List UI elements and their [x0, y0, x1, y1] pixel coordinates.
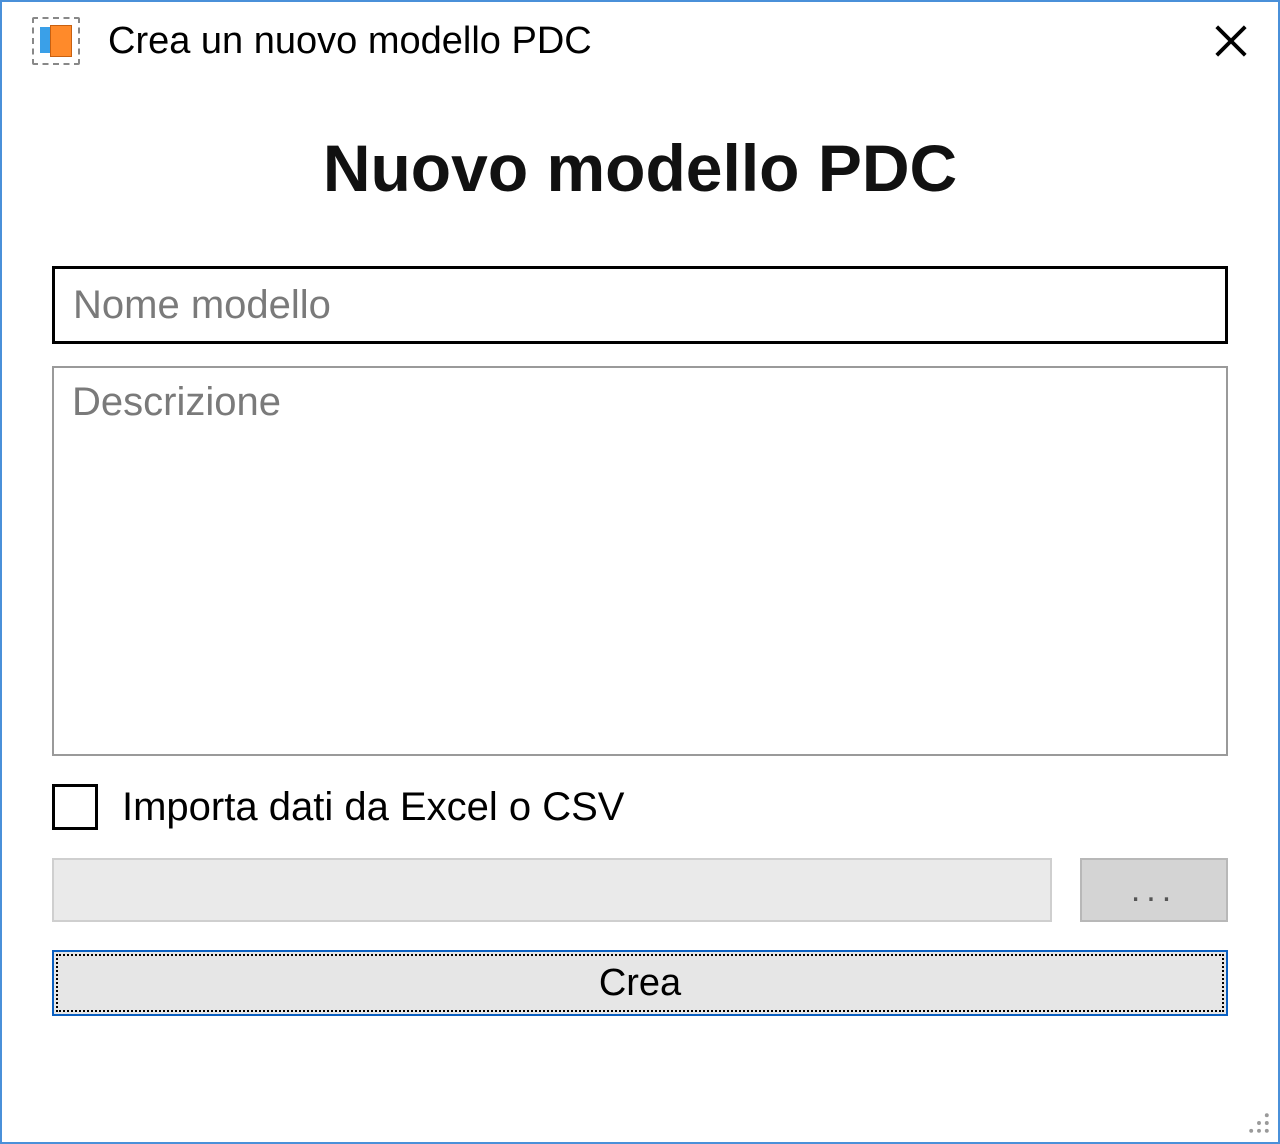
import-checkbox-label[interactable]: Importa dati da Excel o CSV — [122, 785, 624, 830]
titlebar: Crea un nuovo modello PDC — [2, 2, 1278, 80]
dialog-content: Nuovo modello PDC Importa dati da Excel … — [2, 80, 1278, 1142]
filepath-input — [52, 858, 1052, 922]
import-checkbox[interactable] — [52, 784, 98, 830]
browse-button[interactable]: ... — [1080, 858, 1228, 922]
import-checkbox-row: Importa dati da Excel o CSV — [52, 784, 1228, 830]
dialog-window: Crea un nuovo modello PDC Nuovo modello … — [0, 0, 1280, 1144]
model-name-input[interactable] — [52, 266, 1228, 344]
filepath-row: ... — [52, 858, 1228, 922]
resize-grip-icon — [1246, 1110, 1272, 1136]
description-input[interactable] — [52, 366, 1228, 756]
close-button[interactable] — [1202, 12, 1260, 70]
close-icon — [1212, 22, 1250, 60]
window-title: Crea un nuovo modello PDC — [108, 20, 1202, 63]
main-heading: Nuovo modello PDC — [52, 130, 1228, 206]
create-button[interactable]: Crea — [52, 950, 1228, 1016]
app-icon — [32, 17, 80, 65]
